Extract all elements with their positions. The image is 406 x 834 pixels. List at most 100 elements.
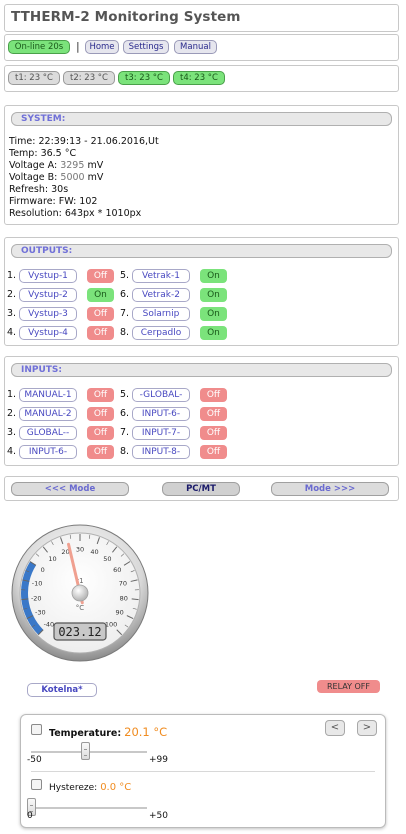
voltage-b-unit: mV: [87, 172, 104, 183]
voltage-a-row: Voltage A: 3295 mV: [9, 160, 103, 171]
voltage-b-value: 5000: [60, 172, 85, 183]
gauge-tick-label: -30: [35, 609, 46, 617]
output-number: 3.: [7, 308, 17, 319]
input-state-toggle[interactable]: Off: [200, 388, 227, 402]
title-panel: TTHERM-2 Monitoring System: [4, 4, 399, 32]
output-state-toggle[interactable]: On: [200, 307, 227, 321]
input-name-button[interactable]: MANUAL-2: [19, 407, 77, 421]
output-name-button[interactable]: Vetrak-2: [132, 288, 190, 302]
prev-mode-button[interactable]: <<< Mode: [11, 482, 129, 496]
output-state-toggle[interactable]: On: [200, 288, 227, 302]
kotelna-button[interactable]: Kotelna*: [27, 683, 97, 697]
output-name-button[interactable]: Vystup-4: [19, 326, 77, 340]
output-state-toggle[interactable]: Off: [87, 307, 114, 321]
next-mode-button[interactable]: Mode >>>: [271, 482, 389, 496]
gauge-tick-label: 10: [48, 555, 56, 563]
output-state-toggle[interactable]: Off: [87, 269, 114, 283]
temp-sensor-2[interactable]: t2: 23 °C: [63, 71, 115, 85]
input-state-toggle[interactable]: Off: [200, 426, 227, 440]
input-state-toggle[interactable]: Off: [87, 388, 114, 402]
refresh-label: Refresh:: [9, 184, 49, 195]
temperature-max-label: +99: [149, 755, 168, 765]
temperature-value: 20.1 °C: [124, 725, 168, 739]
output-name-button[interactable]: Vystup-3: [19, 307, 77, 321]
next-button[interactable]: >: [357, 720, 377, 736]
input-state-toggle[interactable]: Off: [200, 445, 227, 459]
hysteresis-row: Hystereze: 0.0 °C: [49, 782, 131, 793]
voltage-b-row: Voltage B: 5000 mV: [9, 172, 103, 183]
input-number: 2.: [7, 408, 17, 419]
settings-button[interactable]: Settings: [123, 40, 169, 54]
output-number: 7.: [120, 308, 130, 319]
gauge-tick-label: 100: [105, 621, 117, 629]
output-state-toggle[interactable]: Off: [87, 326, 114, 340]
gauge-tick-label: 40: [90, 548, 98, 556]
firmware-value: FW: 102: [58, 196, 98, 207]
input-name-button[interactable]: -GLOBAL-: [132, 388, 190, 402]
output-state-toggle[interactable]: On: [200, 326, 227, 340]
output-name-button[interactable]: Vystup-1: [19, 269, 77, 283]
hysteresis-label: Hystereze:: [49, 783, 98, 793]
hysteresis-slider-track[interactable]: [31, 807, 147, 809]
outputs-panel: OUTPUTS: 1. Vystup-1 Off 2. Vystup-2 On 3. Vyst…: [4, 237, 399, 346]
temperature-slider-thumb[interactable]: [81, 742, 91, 760]
voltage-a-label: Voltage A:: [9, 160, 58, 171]
output-state-toggle[interactable]: On: [87, 288, 114, 302]
output-name-button[interactable]: Solarnip: [132, 307, 190, 321]
gauge-tick-label: 90: [116, 609, 124, 617]
input-number: 8.: [120, 446, 130, 457]
input-name-button[interactable]: INPUT-8-: [132, 445, 190, 459]
input-name-button[interactable]: GLOBAL--: [19, 426, 77, 440]
prev-button[interactable]: <: [325, 720, 345, 736]
input-number: 7.: [120, 427, 130, 438]
input-name-button[interactable]: MANUAL-1: [19, 388, 77, 402]
current-mode-button[interactable]: PC/MT: [162, 482, 240, 496]
output-number: 6.: [120, 289, 130, 300]
output-name-button[interactable]: Cerpadlo: [132, 326, 190, 340]
voltage-a-value: 3295: [60, 160, 85, 171]
gauge-display-value: 023.12: [58, 625, 101, 639]
temperature-label: Temperature:: [49, 728, 122, 739]
gauge-tick-label: 70: [119, 580, 127, 588]
hysteresis-checkbox[interactable]: [31, 779, 42, 790]
gauge-tick-label: 0: [41, 566, 45, 574]
gauge-tick-label: 80: [120, 594, 128, 602]
gauge-tick-label: -40: [44, 621, 55, 629]
manual-button[interactable]: Manual: [174, 40, 217, 54]
temperature-checkbox[interactable]: [31, 724, 42, 735]
voltage-b-label: Voltage B:: [9, 172, 58, 183]
input-state-toggle[interactable]: Off: [87, 445, 114, 459]
resolution-row: Resolution: 643px * 1010px: [9, 208, 141, 219]
temp-sensor-4[interactable]: t4: 23 °C: [173, 71, 225, 85]
controls-divider: [31, 771, 375, 772]
output-name-button[interactable]: Vetrak-1: [132, 269, 190, 283]
input-name-button[interactable]: INPUT-7-: [132, 426, 190, 440]
app-title: TTHERM-2 Monitoring System: [11, 9, 241, 25]
voltage-a-unit: mV: [87, 160, 104, 171]
inputs-header: INPUTS:: [11, 363, 392, 377]
temp-sensor-3[interactable]: t3: 23 °C: [118, 71, 170, 85]
input-state-toggle[interactable]: Off: [87, 426, 114, 440]
temperature-gauge: -40-30-20-1001020 30 405060708090100 t1 °C…: [11, 524, 149, 662]
hysteresis-value: 0.0 °C: [100, 782, 132, 793]
input-name-button[interactable]: INPUT-6-: [19, 445, 77, 459]
system-panel: SYSTEM: Time: 22:39:13 - 21.06.2016,Ut T…: [4, 105, 399, 225]
input-number: 6.: [120, 408, 130, 419]
gauge-unit-label: °C: [76, 604, 85, 612]
input-state-toggle[interactable]: Off: [200, 407, 227, 421]
hysteresis-max-label: +50: [149, 811, 168, 821]
home-button[interactable]: Home: [85, 40, 119, 54]
input-number: 5.: [120, 389, 130, 400]
output-number: 1.: [7, 270, 17, 281]
relay-status-badge: RELAY OFF: [317, 680, 380, 693]
temp-label: Temp:: [9, 148, 38, 159]
refresh-value: 30s: [51, 184, 69, 195]
output-name-button[interactable]: Vystup-2: [19, 288, 77, 302]
temps-panel: t1: 23 °C t2: 23 °C t3: 23 °C t4: 23 °C: [4, 65, 399, 92]
output-state-toggle[interactable]: On: [200, 269, 227, 283]
output-number: 2.: [7, 289, 17, 300]
temp-sensor-1[interactable]: t1: 23 °C: [8, 71, 60, 85]
input-state-toggle[interactable]: Off: [87, 407, 114, 421]
nav-panel: On-line 20s | Home Settings Manual: [4, 34, 399, 61]
input-name-button[interactable]: INPUT-6-: [132, 407, 190, 421]
